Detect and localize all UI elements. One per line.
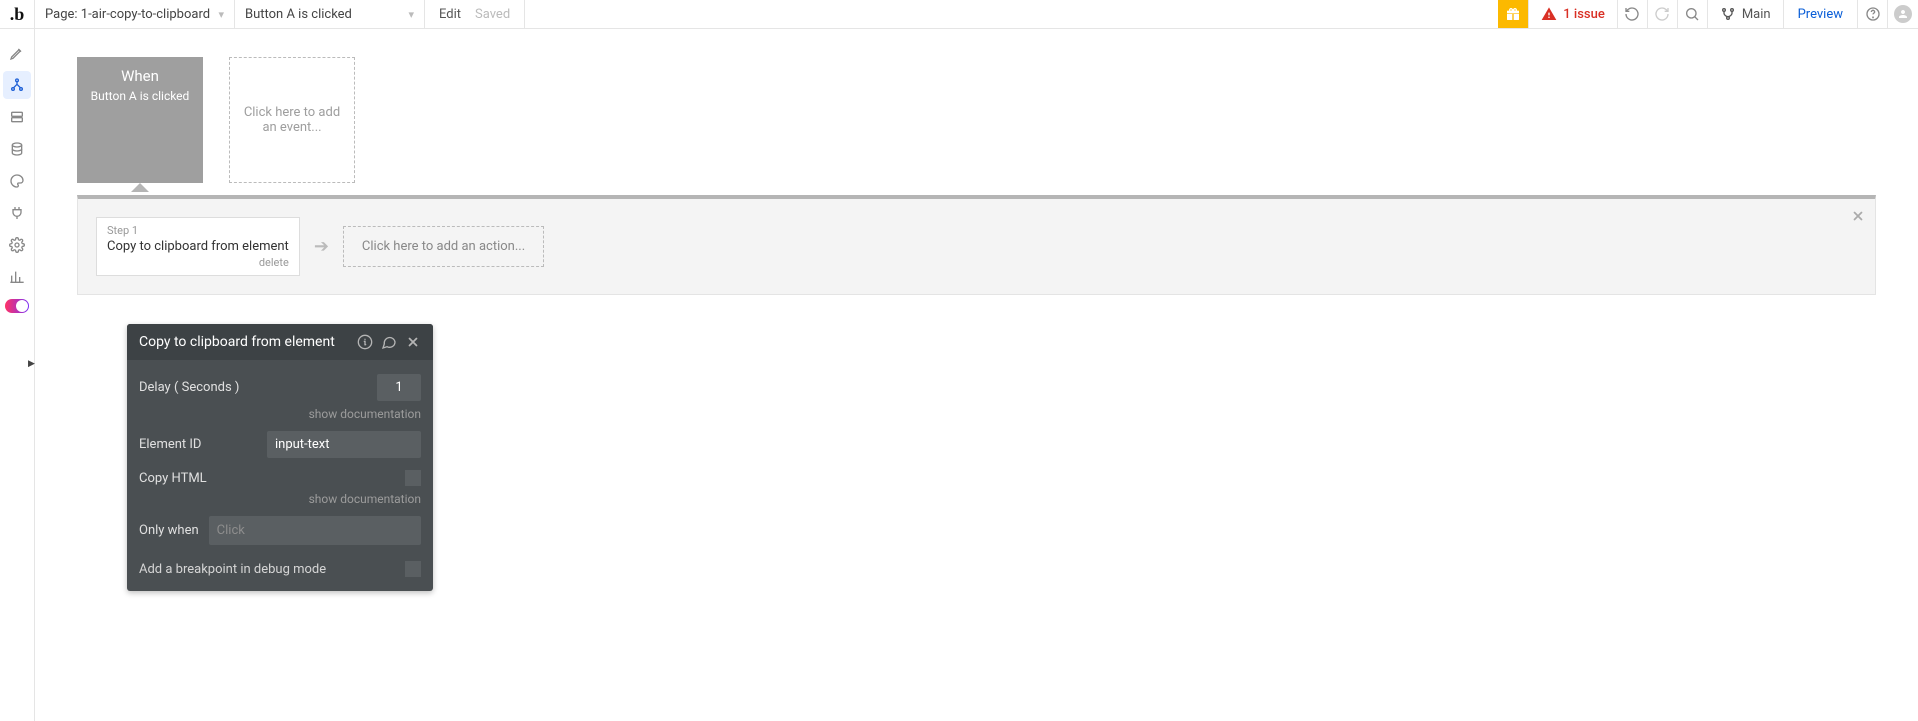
add-event-card[interactable]: Click here to add an event... xyxy=(229,57,355,183)
chart-icon xyxy=(9,269,25,285)
event-when-label: When xyxy=(121,67,159,85)
delay-input[interactable] xyxy=(377,374,421,401)
property-panel-header[interactable]: Copy to clipboard from element xyxy=(127,324,433,360)
page-label-prefix: Page: xyxy=(45,7,78,22)
delay-doc-link[interactable]: show documentation xyxy=(139,407,421,425)
prop-row-breakpoint: Add a breakpoint in debug mode xyxy=(139,551,421,577)
mode-section: Edit Saved xyxy=(425,0,525,28)
preview-button[interactable]: Preview xyxy=(1783,0,1857,28)
breakpoint-label: Add a breakpoint in debug mode xyxy=(139,562,326,577)
chevron-down-icon: ▾ xyxy=(408,8,414,21)
arrow-right-icon: ➔ xyxy=(314,236,329,257)
palette-icon xyxy=(9,173,25,189)
prop-row-copy-html: Copy HTML xyxy=(139,464,421,492)
gift-icon xyxy=(1505,6,1521,22)
step-delete-link[interactable]: delete xyxy=(107,256,289,269)
rail-logs-tab[interactable] xyxy=(3,263,31,291)
delay-label: Delay ( Seconds ) xyxy=(139,380,239,395)
page-name: 1-air-copy-to-clipboard xyxy=(81,7,210,22)
add-event-label: Click here to add an event... xyxy=(242,105,342,135)
saved-status: Saved xyxy=(475,7,510,22)
database-icon xyxy=(9,141,25,157)
property-panel: Copy to clipboard from element Delay ( S… xyxy=(127,324,433,591)
rail-database-tab[interactable] xyxy=(3,135,31,163)
rail-settings-tab[interactable] xyxy=(3,231,31,259)
copy-html-checkbox[interactable] xyxy=(405,470,421,486)
chevron-down-icon: ▾ xyxy=(218,8,224,21)
close-icon xyxy=(406,335,420,349)
help-icon xyxy=(1865,6,1881,22)
info-icon xyxy=(357,334,373,350)
redo-button[interactable] xyxy=(1647,0,1677,28)
actions-strip: Step 1 Copy to clipboard from element de… xyxy=(77,195,1876,295)
rail-workflow-tab[interactable] xyxy=(3,71,31,99)
event-description: Button A is clicked xyxy=(91,89,190,103)
rail-plugins-tab[interactable] xyxy=(3,199,31,227)
branch-button[interactable]: Main xyxy=(1707,0,1783,28)
app-logo[interactable]: .b xyxy=(0,0,35,28)
copy-html-label: Copy HTML xyxy=(139,471,207,486)
rail-toggle-badge[interactable] xyxy=(5,299,29,313)
event-selector[interactable]: Button A is clicked ▾ xyxy=(235,0,425,28)
event-selector-label: Button A is clicked xyxy=(245,7,352,22)
step-number-label: Step 1 xyxy=(107,224,289,237)
branch-icon xyxy=(1720,6,1736,22)
branch-label: Main xyxy=(1742,7,1771,22)
server-icon xyxy=(9,109,25,125)
element-id-label: Element ID xyxy=(139,437,201,452)
action-step-card[interactable]: Step 1 Copy to clipboard from element de… xyxy=(96,217,300,276)
preview-label: Preview xyxy=(1798,7,1843,22)
close-icon xyxy=(1851,209,1865,223)
rail-design-tab[interactable] xyxy=(3,39,31,67)
user-avatar[interactable] xyxy=(1887,0,1918,28)
rail-styles-tab[interactable] xyxy=(3,167,31,195)
search-button[interactable] xyxy=(1677,0,1707,28)
workflow-canvas: When Button A is clicked Click here to a… xyxy=(35,29,1918,721)
copy-html-doc-link[interactable]: show documentation xyxy=(139,492,421,510)
breakpoint-checkbox[interactable] xyxy=(405,561,421,577)
top-bar: .b Page: 1-air-copy-to-clipboard ▾ Butto… xyxy=(0,0,1918,29)
prop-row-only-when: Only when xyxy=(139,510,421,551)
workflow-icon xyxy=(9,77,25,93)
panel-comment-button[interactable] xyxy=(381,334,397,350)
step-title: Copy to clipboard from element xyxy=(107,239,289,254)
prop-row-delay: Delay ( Seconds ) xyxy=(139,368,421,407)
close-actions-button[interactable] xyxy=(1851,207,1865,228)
add-action-card[interactable]: Click here to add an action... xyxy=(343,226,544,267)
left-rail: ▶ xyxy=(0,29,35,721)
property-panel-title: Copy to clipboard from element xyxy=(139,334,335,350)
undo-button[interactable] xyxy=(1617,0,1647,28)
only-when-label: Only when xyxy=(139,523,199,538)
panel-close-button[interactable] xyxy=(405,334,421,350)
redo-icon xyxy=(1654,6,1670,22)
add-action-label: Click here to add an action... xyxy=(362,239,525,254)
undo-icon xyxy=(1624,6,1640,22)
edit-mode-label[interactable]: Edit xyxy=(439,7,461,22)
avatar-icon xyxy=(1894,5,1912,23)
page-selector[interactable]: Page: 1-air-copy-to-clipboard ▾ xyxy=(35,0,235,28)
element-id-input[interactable] xyxy=(267,431,421,458)
issue-count: 1 issue xyxy=(1563,7,1605,22)
events-row: When Button A is clicked Click here to a… xyxy=(77,57,1876,183)
pencil-icon xyxy=(9,45,25,61)
warning-icon xyxy=(1541,6,1557,22)
comment-icon xyxy=(381,334,397,350)
issues-button[interactable]: 1 issue xyxy=(1528,0,1617,28)
gift-button[interactable] xyxy=(1498,0,1528,28)
gear-icon xyxy=(9,237,25,253)
rail-data-tab[interactable] xyxy=(3,103,31,131)
only-when-input[interactable] xyxy=(209,516,421,545)
panel-info-button[interactable] xyxy=(357,334,373,350)
event-card[interactable]: When Button A is clicked xyxy=(77,57,203,183)
plug-icon xyxy=(9,205,25,221)
prop-row-element-id: Element ID xyxy=(139,425,421,464)
help-button[interactable] xyxy=(1857,0,1887,28)
search-icon xyxy=(1684,6,1700,22)
